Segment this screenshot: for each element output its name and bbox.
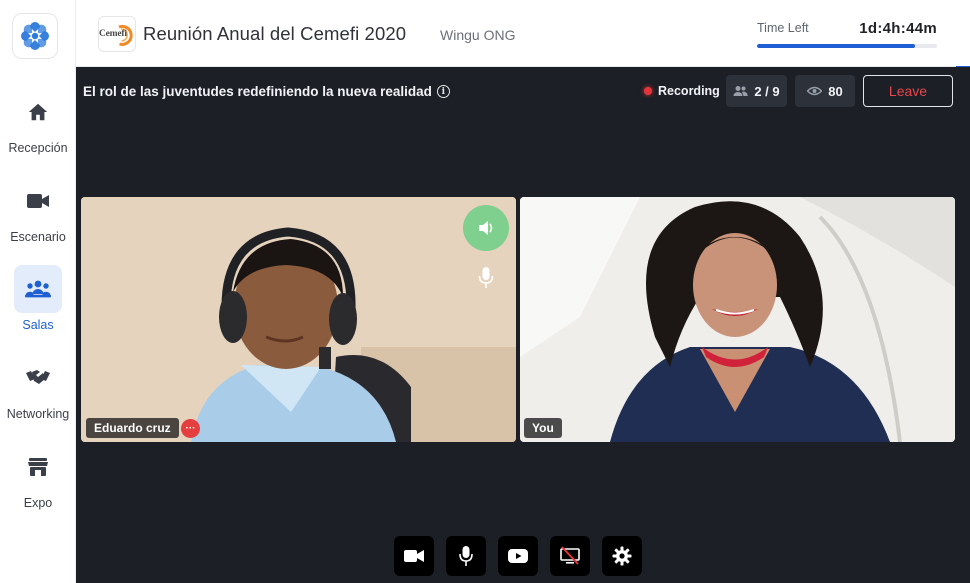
microphone-icon: [459, 546, 473, 566]
more-options-icon: ···: [185, 423, 196, 434]
participant-name-tag: Eduardo cruz: [86, 418, 179, 438]
nav-icon-container: [14, 88, 62, 136]
sidebar-item-networking[interactable]: Networking: [0, 354, 76, 434]
speaker-icon: [479, 221, 493, 235]
sidebar-item-label: Networking: [6, 407, 70, 421]
viewers-count: 80: [828, 83, 843, 99]
sidebar-item-escenario[interactable]: Escenario: [0, 177, 76, 257]
participants-count: 2 / 9: [754, 83, 780, 99]
participant-video-feed: [81, 197, 516, 442]
event-logo-text: Cemefi: [99, 29, 127, 39]
time-left-value: 1d:4h:44m: [859, 20, 937, 37]
participant-name-tag: You: [524, 418, 562, 438]
time-left-progress-fill: [757, 44, 916, 48]
settings-button[interactable]: [602, 536, 642, 576]
microphone-icon: [478, 267, 494, 288]
eye-icon: [807, 86, 823, 96]
info-icon[interactable]: i: [436, 85, 450, 98]
sidebar-item-label: Salas: [22, 318, 54, 332]
participant-name: You: [532, 421, 554, 435]
event-title: Reunión Anual del Cemefi 2020: [143, 23, 407, 44]
sidebar-item-label: Expo: [23, 496, 53, 510]
youtube-icon: [508, 549, 528, 563]
leave-button[interactable]: Leave: [863, 75, 953, 107]
participants-count-button[interactable]: 2 / 9: [726, 75, 787, 107]
screen-share-off-icon: [560, 546, 580, 565]
session-title-text: El rol de las juventudes redefiniendo la…: [83, 84, 432, 99]
nav-icon-container: [14, 443, 62, 491]
event-header: Cemefi Reunión Anual del Cemefi 2020 Win…: [76, 0, 970, 68]
nav-icon-container: [14, 265, 62, 313]
screen-share-button[interactable]: [550, 536, 590, 576]
event-logo: Cemefi: [98, 16, 136, 52]
time-left-progress: [757, 44, 937, 48]
home-icon: [28, 103, 48, 121]
settings-icon: [612, 546, 632, 566]
sidebar-item-recepcion[interactable]: Recepción: [0, 88, 76, 168]
app-logo-icon: [21, 22, 49, 50]
camera-toggle-button[interactable]: [394, 536, 434, 576]
session-stage: El rol de las juventudes redefiniendo la…: [76, 67, 970, 583]
participant-video-tile[interactable]: Eduardo cruz ···: [81, 197, 516, 442]
participant-name: Eduardo cruz: [94, 421, 171, 435]
recording-dot-icon: [644, 87, 652, 95]
youtube-stream-button[interactable]: [498, 536, 538, 576]
viewers-count-button[interactable]: 80: [795, 75, 855, 107]
self-video-tile[interactable]: You: [520, 197, 955, 442]
sidebar-item-label: Recepción: [8, 141, 68, 155]
handshake-icon: [26, 370, 50, 384]
recording-label: Recording: [658, 84, 720, 98]
store-icon: [28, 458, 48, 476]
camera-icon: [404, 550, 424, 562]
speaker-button[interactable]: [463, 205, 509, 251]
call-control-bar: [394, 536, 642, 576]
sidebar-item-expo[interactable]: Expo: [0, 443, 76, 523]
self-video-feed: [520, 197, 955, 442]
sidebar-item-label: Escenario: [10, 230, 66, 244]
microphone-status: [476, 265, 496, 291]
app-logo[interactable]: [12, 13, 58, 59]
left-navigation: Recepción Escenario Salas Networking Exp…: [0, 0, 76, 583]
more-options-button[interactable]: ···: [181, 419, 200, 438]
time-left-label: Time Left: [757, 21, 809, 35]
microphone-toggle-button[interactable]: [446, 536, 486, 576]
video-camera-icon: [27, 194, 49, 208]
session-title: El rol de las juventudes redefiniendo la…: [83, 84, 450, 99]
nav-icon-container: [14, 354, 62, 402]
sidebar-item-salas[interactable]: Salas: [0, 265, 76, 345]
organizer-name[interactable]: Wingu ONG: [440, 27, 515, 43]
recording-indicator: Recording: [644, 84, 720, 98]
group-icon: [25, 280, 51, 298]
nav-icon-container: [14, 177, 62, 225]
people-icon: [733, 86, 748, 96]
